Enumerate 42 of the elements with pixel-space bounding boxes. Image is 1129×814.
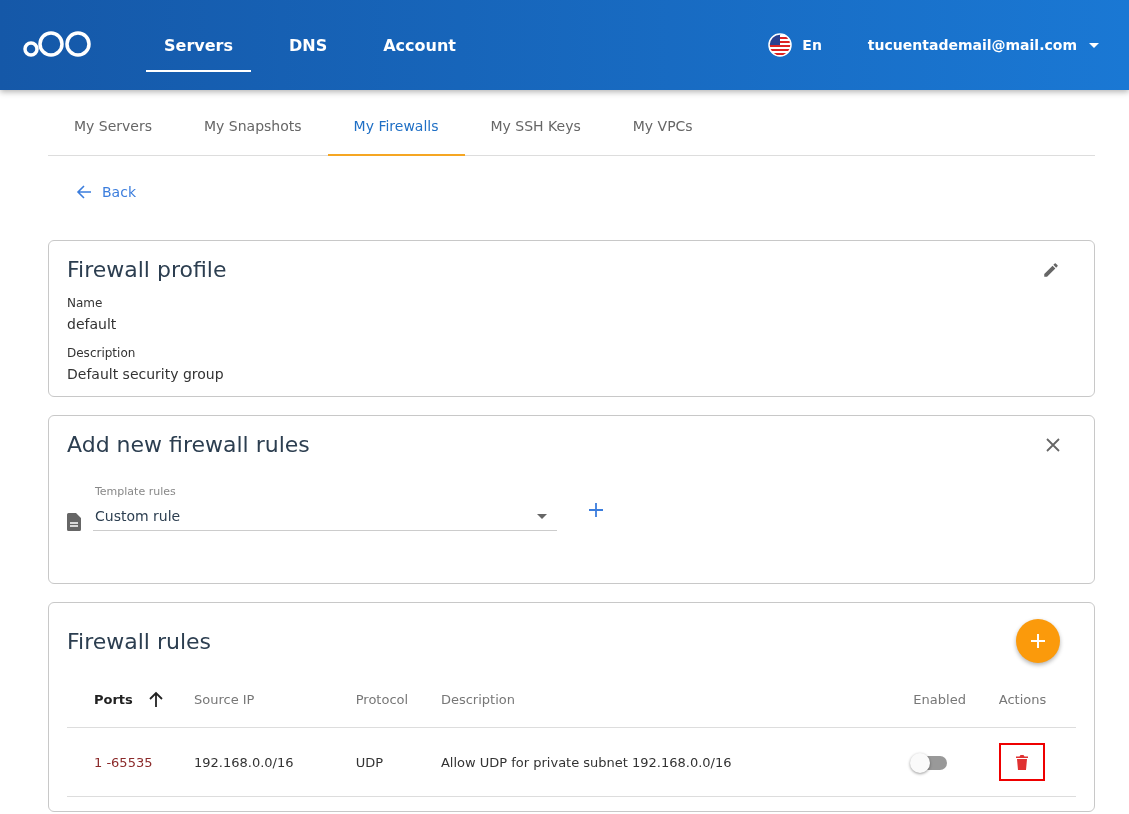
table-cell: 1 -65535 (94, 754, 153, 770)
column-header[interactable]: Ports (94, 691, 163, 707)
delete-button[interactable] (998, 743, 1045, 781)
sub-tab[interactable]: My VPCs (606, 90, 719, 156)
column-header[interactable]: Source IP (194, 691, 255, 707)
sub-tab[interactable]: My Snapshots (178, 90, 328, 156)
field-value: default (67, 316, 118, 332)
plus-icon[interactable] (589, 503, 603, 517)
language-label[interactable]: En (802, 37, 822, 53)
card-title: Add new firewall rules (67, 432, 310, 457)
column-header[interactable]: Description (440, 691, 515, 707)
sort-ascending-icon[interactable] (148, 691, 163, 707)
sub-tab[interactable]: My Servers (48, 90, 179, 156)
close-icon[interactable] (1046, 437, 1060, 452)
nav-tab[interactable]: DNS (270, 18, 346, 72)
table-cell: 192.168.0.0/16 (194, 754, 294, 770)
table-cell: Allow UDP for private subnet 192.168.0.0/16 (440, 754, 732, 770)
caret-icon[interactable] (1089, 42, 1099, 48)
document-icon (67, 513, 81, 531)
us-flag-icon[interactable] (768, 33, 793, 57)
edit-icon[interactable] (1042, 260, 1060, 279)
column-header[interactable]: Protocol (355, 691, 409, 707)
card-title: Firewall profile (67, 257, 227, 282)
column-header[interactable]: Enabled (913, 691, 966, 707)
field-label: Name (67, 296, 104, 310)
dropdown-caret-icon[interactable] (537, 513, 547, 519)
field-value: Default security group (67, 366, 225, 382)
toggle-switch[interactable] (913, 755, 948, 770)
template-select[interactable]: Template rules Custom rule (93, 485, 557, 531)
field-label: Description (67, 346, 137, 360)
table-cell: UDP (355, 754, 384, 770)
back-link[interactable]: Back (76, 182, 136, 202)
card-title: Firewall rules (67, 628, 212, 654)
nav-tab[interactable]: Servers (146, 18, 251, 72)
sub-tab[interactable]: My SSH Keys (464, 90, 607, 156)
logo-icon[interactable] (22, 30, 94, 60)
user-email[interactable]: tucuentademail@mail.com (867, 37, 1077, 53)
back-arrow-icon[interactable] (76, 184, 92, 200)
sub-tab[interactable]: My Firewalls (327, 90, 465, 156)
column-header[interactable]: Actions (998, 691, 1047, 707)
trash-icon[interactable] (1015, 754, 1028, 770)
nav-tab[interactable]: Account (365, 18, 474, 72)
